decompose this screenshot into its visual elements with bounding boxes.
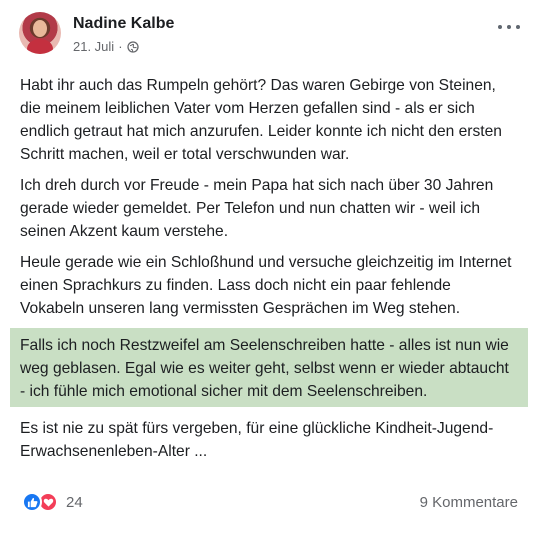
post-paragraph: Habt ihr auch das Rumpeln gehört? Das wa… xyxy=(20,77,502,163)
highlighted-paragraph: Falls ich noch Restzweifel am Seelenschr… xyxy=(10,328,528,407)
post-paragraph: Es ist nie zu spät fürs vergeben, für ei… xyxy=(20,420,494,460)
like-icon xyxy=(22,492,42,512)
post-header: Nadine Kalbe 21. Juli · xyxy=(19,12,524,62)
author-name[interactable]: Nadine Kalbe xyxy=(73,15,174,33)
globe-icon[interactable] xyxy=(126,40,139,53)
meta-separator: · xyxy=(118,39,123,54)
reaction-count: 24 xyxy=(66,493,83,511)
comments-link[interactable]: 9 Kommentare xyxy=(420,494,518,511)
post-footer: 24 9 Kommentare xyxy=(22,490,518,516)
post-paragraph: Ich dreh durch vor Freude - mein Papa ha… xyxy=(20,177,494,240)
post-paragraph: Heule gerade wie ein Schloßhund und vers… xyxy=(20,254,512,317)
more-options-icon[interactable] xyxy=(498,20,520,34)
reactions-summary[interactable]: 24 xyxy=(22,492,83,512)
post-meta: 21. Juli · xyxy=(73,39,139,54)
facebook-post: Nadine Kalbe 21. Juli · Habt ihr auch da… xyxy=(0,0,539,535)
post-body: Habt ihr auch das Rumpeln gehört? Das wa… xyxy=(10,74,528,471)
avatar[interactable] xyxy=(19,12,61,54)
post-date[interactable]: 21. Juli xyxy=(73,39,114,54)
